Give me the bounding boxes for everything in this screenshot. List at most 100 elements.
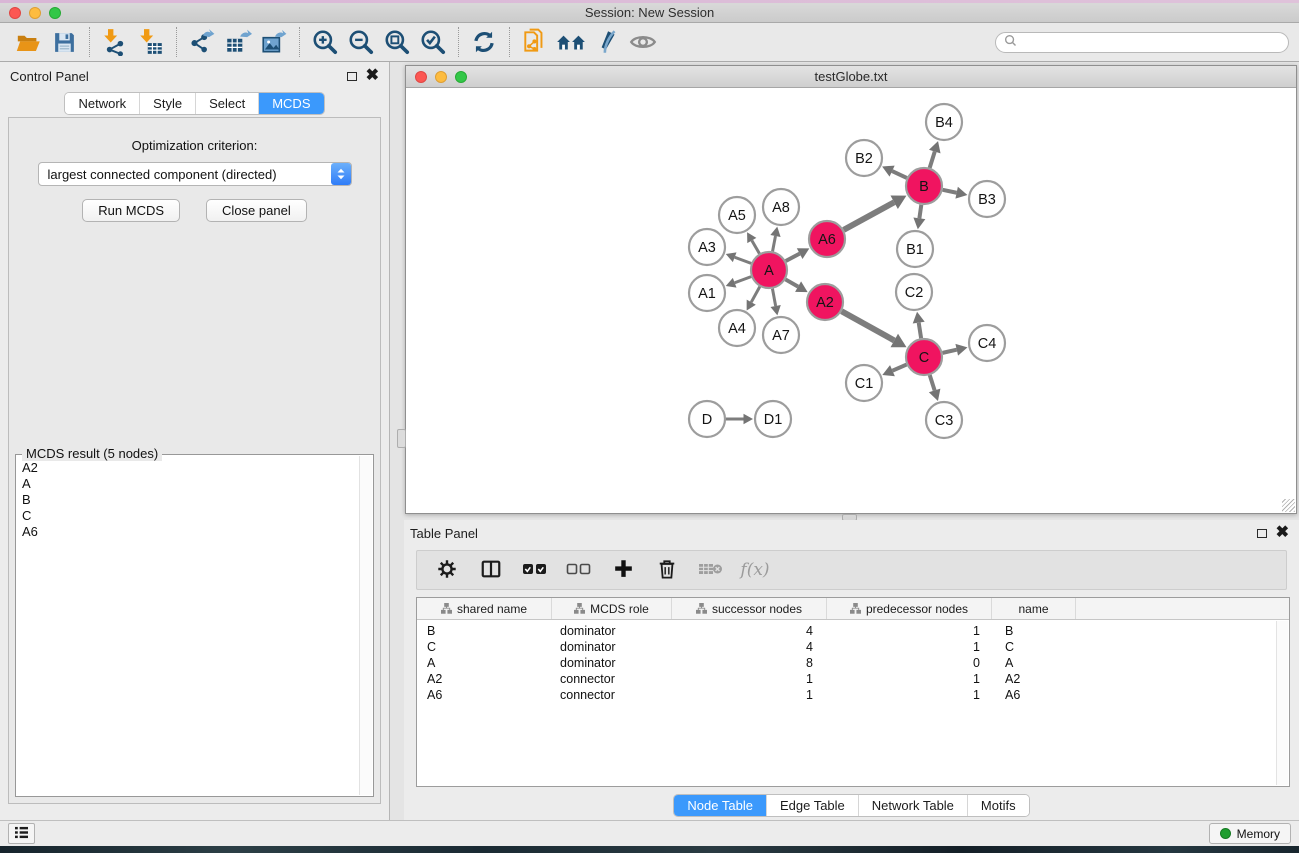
graph-edge[interactable] xyxy=(943,350,957,353)
graph-edge[interactable] xyxy=(930,152,935,168)
toolbar-search[interactable] xyxy=(995,32,1289,53)
table-mode-button[interactable] xyxy=(469,553,513,587)
houses-icon xyxy=(555,28,587,56)
clone-network-button[interactable] xyxy=(517,26,553,58)
graph-node-label: C3 xyxy=(935,413,954,429)
table-row[interactable]: Bdominator41B xyxy=(417,623,1289,639)
result-scrollbar[interactable] xyxy=(359,456,372,795)
tab-mcds[interactable]: MCDS xyxy=(258,93,323,114)
close-panel-icon[interactable]: ✖ xyxy=(366,71,379,81)
column-settings-button[interactable] xyxy=(425,553,469,587)
tab-network-table[interactable]: Network Table xyxy=(858,795,967,816)
show-task-history-button[interactable] xyxy=(8,823,35,844)
deselect-all-button[interactable] xyxy=(557,553,601,587)
trash-icon xyxy=(657,558,677,583)
close-panel-button[interactable]: Close panel xyxy=(206,199,307,222)
export-image-icon xyxy=(260,28,288,56)
resize-grip-icon[interactable] xyxy=(1282,499,1295,512)
refresh-view-button[interactable] xyxy=(466,26,502,58)
mcds-result-item[interactable]: A6 xyxy=(22,524,359,540)
table-row[interactable]: A6connector11A6 xyxy=(417,687,1289,703)
graph-edge[interactable] xyxy=(842,311,895,340)
graph-edge[interactable] xyxy=(773,236,776,251)
clone-network-icon xyxy=(521,28,549,56)
tab-motifs[interactable]: Motifs xyxy=(967,795,1029,816)
float-panel-icon[interactable] xyxy=(347,72,357,81)
table-row[interactable]: Adominator80A xyxy=(417,655,1289,671)
zoom-out-button[interactable] xyxy=(343,26,379,58)
list-icon xyxy=(14,826,29,842)
column-header[interactable]: shared name xyxy=(417,598,552,619)
criterion-select[interactable]: largest connected component (directed) xyxy=(38,162,352,186)
graph-edge[interactable] xyxy=(735,277,752,283)
mcds-result-item[interactable]: A xyxy=(22,476,359,492)
graph-edge[interactable] xyxy=(919,205,921,219)
open-session-button[interactable] xyxy=(10,26,46,58)
graph-edge[interactable] xyxy=(930,375,935,390)
column-header[interactable]: predecessor nodes xyxy=(827,598,992,619)
memory-button[interactable]: Memory xyxy=(1209,823,1291,844)
graph-node-label: A2 xyxy=(816,295,834,311)
table-row[interactable]: A2connector11A2 xyxy=(417,671,1289,687)
zoom-in-button[interactable] xyxy=(307,26,343,58)
column-header[interactable]: MCDS role xyxy=(552,598,672,619)
graph-edge[interactable] xyxy=(892,171,907,178)
export-image-button[interactable] xyxy=(256,26,292,58)
app-titlebar: Session: New Session xyxy=(0,3,1299,23)
open-folder-icon xyxy=(15,29,42,56)
mcds-result-item[interactable]: B xyxy=(22,492,359,508)
network-canvas[interactable]: AA1A2A3A4A5A6A7A8BB1B2B3B4CC1C2C3C4DD1 xyxy=(406,89,1296,513)
run-mcds-button[interactable]: Run MCDS xyxy=(82,199,180,222)
graph-edge[interactable] xyxy=(844,202,894,230)
export-network-icon xyxy=(188,28,216,56)
table-row[interactable]: Cdominator41C xyxy=(417,639,1289,655)
vertical-splitter-handle[interactable] xyxy=(397,429,406,448)
graph-edge[interactable] xyxy=(892,365,906,371)
tab-edge-table[interactable]: Edge Table xyxy=(766,795,858,816)
export-table-button[interactable] xyxy=(220,26,256,58)
column-header[interactable]: successor nodes xyxy=(672,598,827,619)
table-cell: B xyxy=(417,624,552,638)
mcds-result-item[interactable]: A2 xyxy=(22,460,359,476)
first-neighbors-button[interactable] xyxy=(553,26,589,58)
graph-edge[interactable] xyxy=(785,279,798,286)
table-scrollbar[interactable] xyxy=(1276,621,1288,785)
zoom-fit-button[interactable] xyxy=(379,26,415,58)
graph-edge[interactable] xyxy=(752,240,760,253)
graph-edge[interactable] xyxy=(919,323,921,339)
close-table-panel-icon[interactable]: ✖ xyxy=(1276,528,1289,538)
graph-edge-arrow xyxy=(955,187,967,199)
import-table-button[interactable] xyxy=(133,26,169,58)
graph-edge[interactable] xyxy=(735,257,752,263)
export-network-button[interactable] xyxy=(184,26,220,58)
mcds-result-item[interactable]: C xyxy=(22,508,359,524)
zoom-selected-button[interactable] xyxy=(415,26,451,58)
float-table-panel-icon[interactable] xyxy=(1257,529,1267,538)
column-header[interactable]: name xyxy=(992,598,1076,619)
graph-edge[interactable] xyxy=(751,287,760,303)
tab-select[interactable]: Select xyxy=(195,93,258,114)
network-window-title: testGlobe.txt xyxy=(406,69,1296,84)
save-icon xyxy=(52,30,77,55)
window-title: Session: New Session xyxy=(0,5,1299,20)
delete-table-button[interactable] xyxy=(689,553,733,587)
table-cell: 4 xyxy=(672,640,827,654)
delete-row-button[interactable] xyxy=(645,553,689,587)
table-panel-header: Table Panel ✖ xyxy=(404,520,1299,546)
tab-node-table[interactable]: Node Table xyxy=(674,795,766,816)
mcds-result-list[interactable]: A2ABCA6 xyxy=(17,456,359,795)
graph-edge[interactable] xyxy=(772,289,775,306)
add-row-button[interactable] xyxy=(601,553,645,587)
graph-edge[interactable] xyxy=(786,254,800,261)
tab-style[interactable]: Style xyxy=(139,93,195,114)
graph-edge[interactable] xyxy=(943,190,957,193)
tab-network[interactable]: Network xyxy=(65,93,139,114)
import-network-button[interactable] xyxy=(97,26,133,58)
show-graphics-details-button[interactable] xyxy=(625,26,661,58)
column-header-filler xyxy=(1076,598,1289,619)
search-input[interactable] xyxy=(1022,35,1280,49)
select-all-button[interactable] xyxy=(513,553,557,587)
hide-annotations-button[interactable] xyxy=(589,26,625,58)
function-builder-button[interactable]: f(x) xyxy=(733,553,777,587)
save-session-button[interactable] xyxy=(46,26,82,58)
